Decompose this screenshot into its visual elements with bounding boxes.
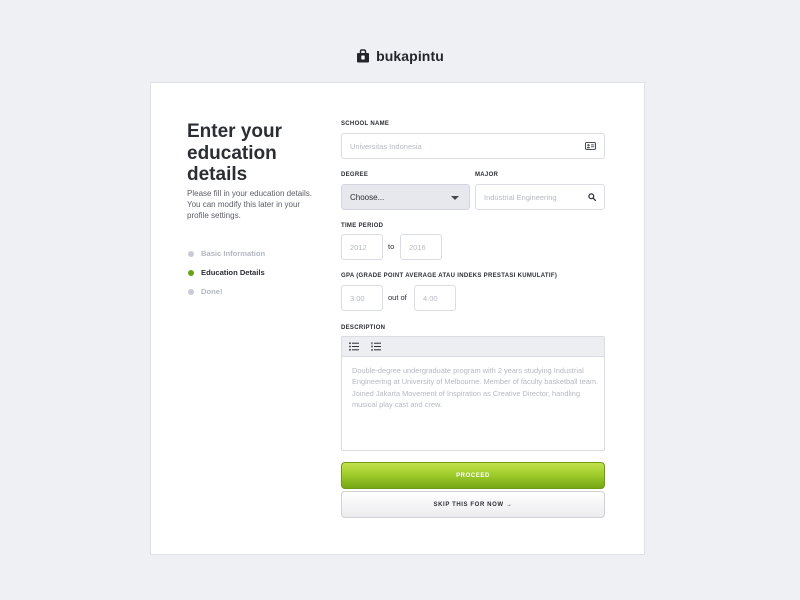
brand-name: bukapintu bbox=[376, 48, 444, 64]
step-dot bbox=[188, 250, 194, 257]
step-basic-information[interactable]: Basic Information bbox=[188, 244, 318, 263]
start-year-placeholder: 2012 bbox=[350, 242, 367, 252]
step-done[interactable]: Done! bbox=[188, 282, 318, 301]
major-placeholder: Industrial Engineering bbox=[484, 192, 557, 202]
major-input[interactable]: Industrial Engineering bbox=[475, 184, 605, 210]
chevron-down-icon bbox=[451, 196, 459, 200]
school-name-placeholder: Universitas Indonesia bbox=[350, 141, 422, 151]
degree-selected-value: Choose... bbox=[350, 192, 385, 202]
gpa-connector: out of bbox=[388, 293, 407, 302]
gpa-label: GPA (GRADE POINT AVERAGE ATAU INDEKS PRE… bbox=[341, 273, 558, 279]
time-period-connector: to bbox=[388, 242, 395, 251]
education-form-card: Enter your education details Please fill… bbox=[150, 82, 645, 555]
brand-logo[interactable]: bukapintu bbox=[0, 48, 800, 64]
shopping-bag-icon bbox=[356, 49, 370, 63]
school-name-label: SCHOOL NAME bbox=[341, 121, 390, 127]
gpa-max-input[interactable]: 4.00 bbox=[414, 285, 456, 311]
search-icon bbox=[588, 188, 597, 206]
major-label: MAJOR bbox=[475, 172, 499, 178]
step-education-details[interactable]: Education Details bbox=[188, 263, 318, 282]
skip-button[interactable]: SKIP THIS FOR NOW → bbox=[341, 491, 605, 518]
end-year-placeholder: 2016 bbox=[409, 242, 426, 252]
step-label: Education Details bbox=[201, 268, 265, 277]
page-description: Please fill in your education details. Y… bbox=[187, 189, 312, 220]
gpa-max-placeholder: 4.00 bbox=[423, 293, 438, 303]
proceed-button[interactable]: PROCEED bbox=[341, 462, 605, 489]
degree-select[interactable]: Choose... bbox=[341, 184, 470, 210]
description-label: DESCRIPTION bbox=[341, 325, 386, 331]
page-title: Enter your education details bbox=[187, 121, 283, 185]
gpa-score-placeholder: 3.00 bbox=[350, 293, 365, 303]
start-year-input[interactable]: 2012 bbox=[341, 234, 383, 260]
time-period-label: TIME PERIOD bbox=[341, 223, 384, 229]
description-editor[interactable]: Double-degree undergraduate program with… bbox=[341, 336, 605, 451]
step-dot bbox=[188, 269, 194, 276]
numbered-list-icon[interactable] bbox=[370, 341, 382, 353]
degree-label: DEGREE bbox=[341, 172, 369, 178]
step-label: Basic Information bbox=[201, 249, 266, 258]
bulleted-list-icon[interactable] bbox=[348, 341, 360, 353]
id-card-icon bbox=[585, 137, 596, 155]
editor-toolbar bbox=[342, 337, 604, 357]
step-dot bbox=[188, 288, 194, 295]
progress-steps: Basic Information Education Details Done… bbox=[188, 244, 318, 301]
end-year-input[interactable]: 2016 bbox=[400, 234, 442, 260]
gpa-score-input[interactable]: 3.00 bbox=[341, 285, 383, 311]
step-label: Done! bbox=[201, 287, 223, 296]
description-placeholder: Double-degree undergraduate program with… bbox=[352, 366, 599, 409]
school-name-input[interactable]: Universitas Indonesia bbox=[341, 133, 605, 159]
